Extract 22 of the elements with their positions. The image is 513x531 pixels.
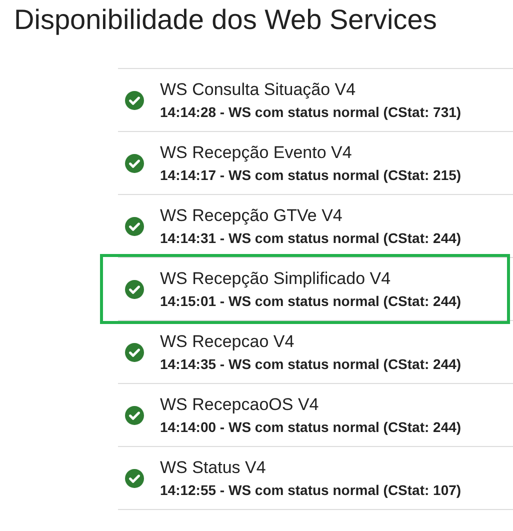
service-name: WS RecepcaoOS V4 <box>160 395 319 415</box>
service-status: 14:14:28 - WS com status normal (CStat: 731) <box>160 104 462 120</box>
service-status: 14:14:17 - WS com status normal (CStat: 215) <box>160 167 462 183</box>
service-name: WS Consulta Situação V4 <box>160 80 356 100</box>
check-circle-icon <box>125 468 144 488</box>
service-name: WS Recepção GTVe V4 <box>160 206 342 226</box>
service-status: 14:14:00 - WS com status normal (CStat: 244) <box>160 419 462 435</box>
service-name: WS Recepcao V4 <box>160 332 294 352</box>
service-name: WS Status V4 <box>160 458 266 478</box>
service-name: WS Recepção Evento V4 <box>160 143 352 163</box>
check-circle-icon <box>125 216 144 236</box>
service-status: 14:12:55 - WS com status normal (CStat: 107) <box>160 482 462 498</box>
check-circle-icon <box>125 342 144 362</box>
check-circle-icon <box>125 90 144 110</box>
check-circle-icon <box>125 406 144 424</box>
service-status: 14:14:31 - WS com status normal (CStat: 244) <box>160 230 462 246</box>
service-status: 14:14:35 - WS com status normal (CStat: 244) <box>160 356 462 372</box>
page-title: Disponibilidade dos Web Services <box>14 3 437 36</box>
check-circle-icon <box>125 154 144 172</box>
service-status: 14:15:01 - WS com status normal (CStat: 244) <box>160 293 462 309</box>
check-circle-icon <box>125 280 144 298</box>
service-name: WS Recepção Simplificado V4 <box>160 269 391 289</box>
